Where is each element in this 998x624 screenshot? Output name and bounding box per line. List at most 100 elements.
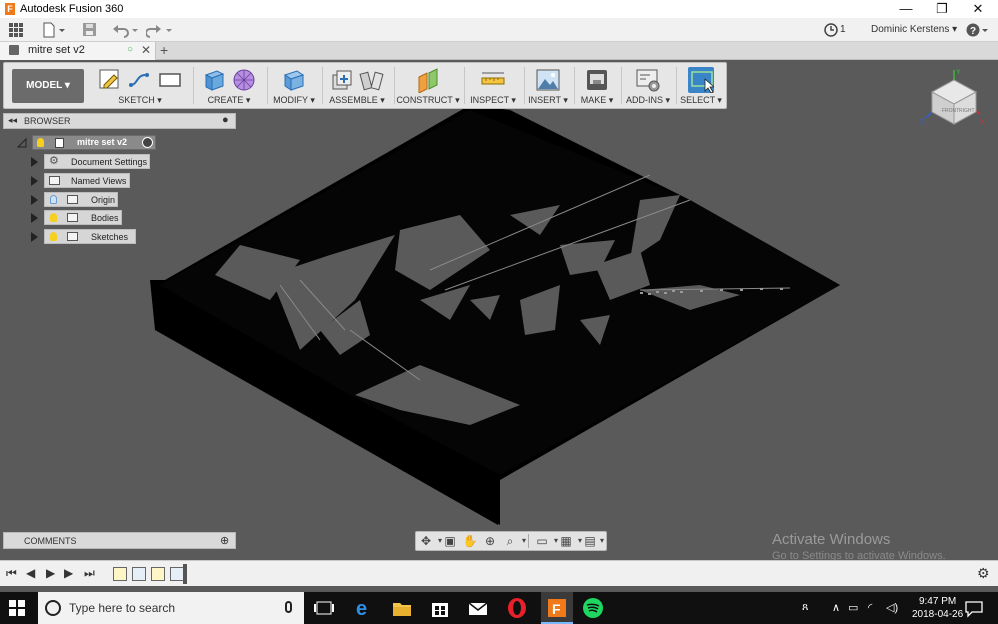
construct-menu-label[interactable]: CONSTRUCT ▾ xyxy=(395,95,461,106)
timeline-extrude-feature-icon[interactable] xyxy=(170,567,184,581)
timeline-marker[interactable] xyxy=(183,564,187,584)
measure-icon[interactable] xyxy=(480,67,506,93)
document-settings-node[interactable]: ⚙ Document Settings xyxy=(44,154,150,169)
scripts-addins-icon[interactable] xyxy=(635,67,661,93)
taskbar-clock[interactable]: 9:47 PM 2018-04-26 xyxy=(912,595,963,621)
file-menu-icon[interactable] xyxy=(42,22,66,38)
visibility-bulb-icon[interactable] xyxy=(37,138,44,147)
insert-group[interactable]: INSERT ▾ xyxy=(525,63,571,108)
sketches-node[interactable]: Sketches xyxy=(44,229,136,244)
expand-arrow-icon[interactable] xyxy=(31,157,38,167)
document-tab[interactable]: mitre set v2 ○ ✕ xyxy=(0,42,156,60)
modify-group[interactable]: MODIFY ▾ xyxy=(268,63,320,108)
named-views-node[interactable]: Named Views xyxy=(44,173,130,188)
microphone-icon[interactable] xyxy=(285,601,292,613)
3d-print-icon[interactable] xyxy=(584,67,610,93)
select-menu-label[interactable]: SELECT ▾ xyxy=(677,95,725,106)
browser-panel-header[interactable]: ◂◂ BROWSER ● xyxy=(3,113,236,129)
tree-root-row[interactable]: mitre set v2 xyxy=(14,135,164,150)
inspect-group[interactable]: INSPECT ▾ xyxy=(465,63,521,108)
add-comment-icon[interactable]: ⊕ xyxy=(220,534,229,547)
visibility-bulb-icon[interactable] xyxy=(50,195,57,204)
visibility-bulb-icon[interactable] xyxy=(50,213,57,222)
help-icon[interactable]: ? xyxy=(966,22,990,38)
root-component-node[interactable]: mitre set v2 xyxy=(32,135,156,150)
file-explorer-icon[interactable] xyxy=(390,596,414,620)
tree-item-sketches[interactable]: Sketches xyxy=(28,229,168,244)
collapse-browser-icon[interactable]: ◂◂ xyxy=(8,115,17,126)
workspace-switcher[interactable]: MODEL ▾ xyxy=(12,69,84,103)
redo-icon[interactable] xyxy=(145,22,174,38)
go-to-end-icon[interactable]: ⏭ xyxy=(84,566,95,580)
windows-start-icon[interactable] xyxy=(9,600,25,616)
look-at-icon[interactable]: ▣ xyxy=(442,534,458,548)
step-back-icon[interactable]: ◀ xyxy=(26,566,35,580)
tree-item-document-settings[interactable]: ⚙ Document Settings xyxy=(28,154,168,169)
construct-group[interactable]: CONSTRUCT ▾ xyxy=(395,63,461,108)
offset-plane-icon[interactable] xyxy=(415,67,441,93)
close-window-button[interactable]: ✕ xyxy=(960,0,996,18)
tree-item-origin[interactable]: Origin xyxy=(28,192,168,207)
tree-item-named-views[interactable]: Named Views xyxy=(28,173,168,188)
spotify-icon[interactable] xyxy=(581,596,605,620)
user-account-menu[interactable]: Dominic Kerstens ▾ xyxy=(871,22,957,38)
action-center-icon[interactable] xyxy=(962,596,986,620)
rectangle-icon[interactable] xyxy=(157,67,183,93)
zoom-dropdown-icon[interactable]: ▾ xyxy=(516,534,532,548)
job-status-clock-icon[interactable] xyxy=(823,22,839,38)
create-group[interactable]: CREATE ▾ xyxy=(194,63,264,108)
task-view-icon[interactable] xyxy=(312,596,336,620)
battery-icon[interactable]: ▭ xyxy=(848,601,858,614)
comments-panel[interactable]: COMMENTS ⊕ xyxy=(3,532,236,549)
taskbar-search-box[interactable]: Type here to search xyxy=(38,592,304,624)
play-icon[interactable]: ▶ xyxy=(46,566,55,580)
zoom-icon[interactable]: ⊕ xyxy=(482,534,498,548)
wifi-icon[interactable]: ◜ xyxy=(868,601,872,614)
canvas-viewport[interactable] xyxy=(0,60,998,552)
press-pull-icon[interactable] xyxy=(281,67,307,93)
make-menu-label[interactable]: MAKE ▾ xyxy=(575,95,619,106)
joint-icon[interactable] xyxy=(359,67,385,93)
store-icon[interactable] xyxy=(428,596,452,620)
sketch-menu-label[interactable]: SKETCH ▾ xyxy=(90,95,190,106)
activate-radio-icon[interactable] xyxy=(142,137,153,148)
insert-menu-label[interactable]: INSERT ▾ xyxy=(525,95,571,106)
visibility-bulb-icon[interactable] xyxy=(50,232,57,241)
volume-icon[interactable]: ◁) xyxy=(886,601,898,614)
viewports-dropdown-icon[interactable]: ▾ xyxy=(594,534,610,548)
create-menu-label[interactable]: CREATE ▾ xyxy=(194,95,264,106)
view-cube[interactable]: FRONT RIGHT Y Z X xyxy=(918,66,988,126)
timeline-settings-gear-icon[interactable]: ⚙ xyxy=(977,566,990,580)
bodies-node[interactable]: Bodies xyxy=(44,210,122,225)
expand-arrow-icon[interactable] xyxy=(31,232,38,242)
timeline-sketch-feature-icon[interactable] xyxy=(151,567,165,581)
line-icon[interactable] xyxy=(127,67,153,93)
mail-icon[interactable] xyxy=(466,596,490,620)
form-icon[interactable] xyxy=(231,67,257,93)
sketch-group[interactable]: SKETCH ▾ xyxy=(90,63,190,108)
opera-browser-icon[interactable] xyxy=(505,596,529,620)
step-forward-icon[interactable]: ▶ xyxy=(64,566,73,580)
expand-arrow-icon[interactable] xyxy=(31,213,38,223)
select-group[interactable]: SELECT ▾ xyxy=(677,63,725,108)
timeline-sketch-feature-icon[interactable] xyxy=(113,567,127,581)
make-group[interactable]: MAKE ▾ xyxy=(575,63,619,108)
data-panel-grid-icon[interactable] xyxy=(8,22,24,38)
assemble-menu-label[interactable]: ASSEMBLE ▾ xyxy=(323,95,391,106)
new-tab-button[interactable]: + xyxy=(160,42,168,59)
select-icon[interactable] xyxy=(688,67,714,93)
restore-button[interactable]: ❐ xyxy=(924,0,960,18)
collapse-root-icon[interactable] xyxy=(16,137,28,149)
undo-icon[interactable] xyxy=(112,22,140,38)
assemble-group[interactable]: ASSEMBLE ▾ xyxy=(323,63,391,108)
modify-menu-label[interactable]: MODIFY ▾ xyxy=(268,95,320,106)
inspect-menu-label[interactable]: INSPECT ▾ xyxy=(465,95,521,106)
extrude-icon[interactable] xyxy=(201,67,227,93)
minimize-browser-icon[interactable]: ● xyxy=(222,114,229,126)
add-ins-menu-label[interactable]: ADD-INS ▾ xyxy=(622,95,674,106)
origin-node[interactable]: Origin xyxy=(44,192,118,207)
timeline-extrude-feature-icon[interactable] xyxy=(132,567,146,581)
expand-arrow-icon[interactable] xyxy=(31,176,38,186)
insert-image-icon[interactable] xyxy=(535,67,561,93)
create-sketch-icon[interactable] xyxy=(97,67,123,93)
